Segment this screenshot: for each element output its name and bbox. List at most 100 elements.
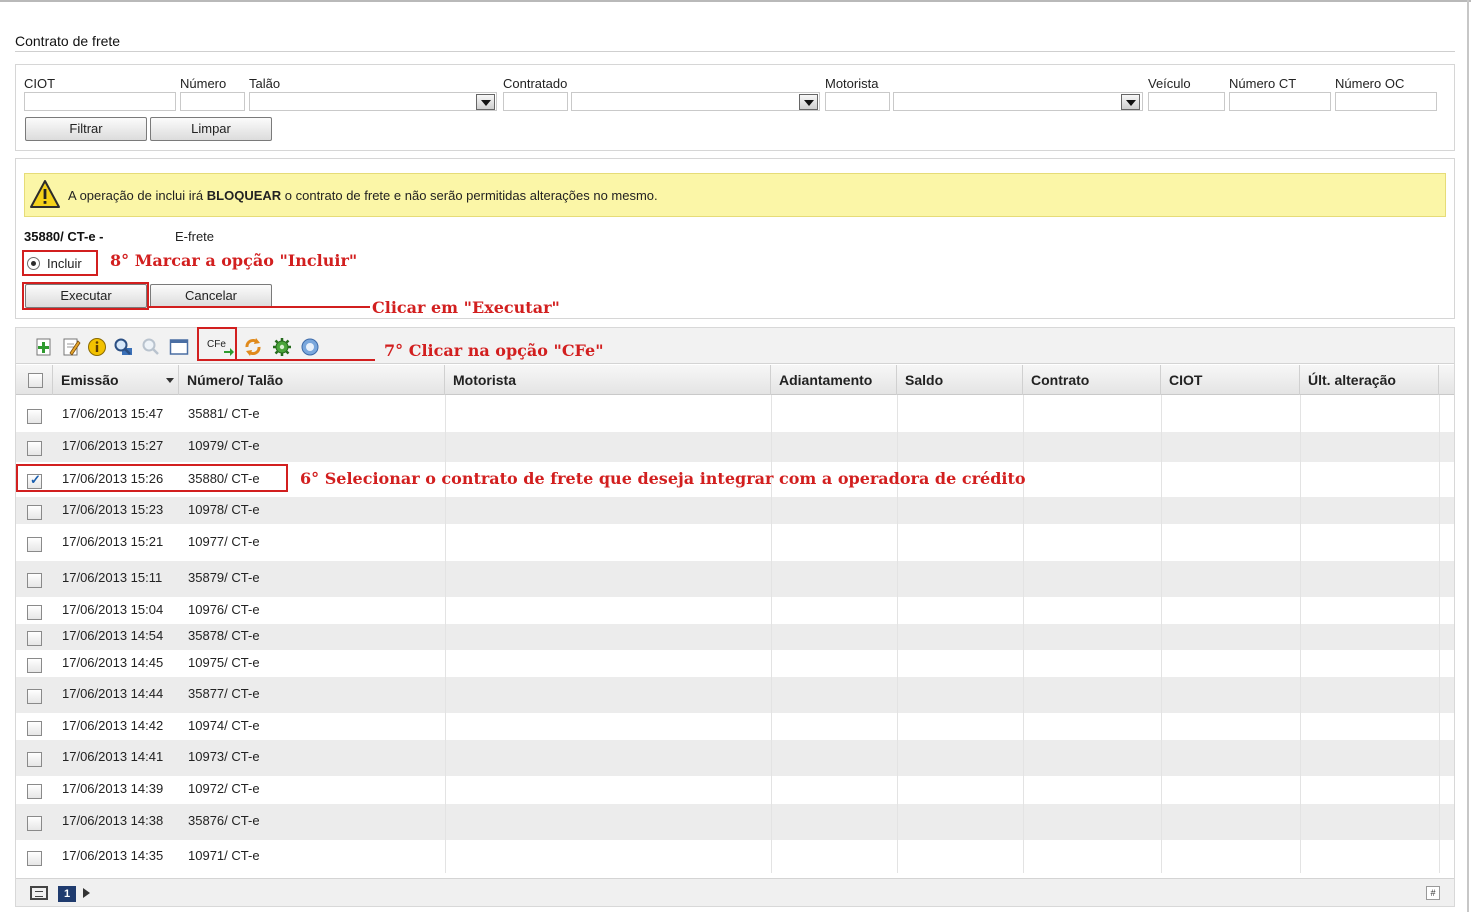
select-all-checkbox[interactable] bbox=[28, 373, 43, 388]
column-divider bbox=[1023, 395, 1024, 873]
table-row[interactable]: 17/06/2013 14:42 10974/ CT-e bbox=[16, 713, 1454, 740]
zoom-icon[interactable] bbox=[141, 337, 161, 357]
cancel-button[interactable]: Cancelar bbox=[150, 284, 272, 308]
row-checkbox[interactable] bbox=[27, 721, 42, 736]
cell-numero-talao: 35881/ CT-e bbox=[188, 406, 260, 421]
header-motorista[interactable]: Motorista bbox=[445, 365, 771, 395]
header-numero-talao[interactable]: Número/ Talão bbox=[179, 365, 445, 395]
table-row[interactable]: 17/06/2013 14:35 10971/ CT-e bbox=[16, 840, 1454, 873]
contratado-select[interactable] bbox=[571, 92, 820, 111]
annotation-step8: 8° Marcar a opção "Incluir" bbox=[110, 251, 358, 270]
row-checkbox[interactable] bbox=[27, 689, 42, 704]
cell-numero-talao: 35879/ CT-e bbox=[188, 570, 260, 585]
table-row[interactable]: 17/06/2013 14:45 10975/ CT-e bbox=[16, 650, 1454, 677]
contratado-dropdown-button[interactable] bbox=[799, 94, 818, 110]
header-saldo[interactable]: Saldo bbox=[897, 365, 1023, 395]
row-checkbox[interactable] bbox=[27, 409, 42, 424]
search-icon[interactable] bbox=[113, 337, 133, 357]
next-page-icon[interactable] bbox=[83, 888, 90, 898]
table-row[interactable]: 17/06/2013 15:27 10979/ CT-e bbox=[16, 432, 1454, 462]
row-checkbox[interactable] bbox=[27, 658, 42, 673]
cell-emissao: 17/06/2013 15:11 bbox=[62, 570, 163, 585]
cell-emissao: 17/06/2013 14:39 bbox=[62, 781, 164, 796]
label-numero-oc: Número OC bbox=[1335, 76, 1405, 91]
table-row[interactable]: 17/06/2013 14:41 10973/ CT-e bbox=[16, 740, 1454, 776]
table-row[interactable]: 17/06/2013 15:47 35881/ CT-e bbox=[16, 398, 1454, 432]
warning-icon bbox=[30, 180, 60, 208]
row-checkbox[interactable] bbox=[27, 537, 42, 552]
cell-numero-talao: 10978/ CT-e bbox=[188, 502, 260, 517]
window-icon[interactable] bbox=[169, 337, 189, 357]
row-checkbox[interactable] bbox=[27, 784, 42, 799]
header-contrato[interactable]: Contrato bbox=[1023, 365, 1161, 395]
cell-numero-talao: 10979/ CT-e bbox=[188, 438, 260, 453]
header-ciot[interactable]: CIOT bbox=[1161, 365, 1300, 395]
talao-select[interactable] bbox=[249, 92, 497, 111]
column-divider bbox=[1439, 395, 1440, 873]
row-checkbox[interactable] bbox=[27, 816, 42, 831]
sort-desc-icon[interactable] bbox=[166, 378, 174, 383]
info-icon[interactable] bbox=[87, 337, 107, 357]
cell-numero-talao: 35876/ CT-e bbox=[188, 813, 260, 828]
row-checkbox[interactable] bbox=[27, 631, 42, 646]
page-title: Contrato de frete bbox=[15, 33, 121, 49]
credit-operator: E-frete bbox=[175, 229, 215, 244]
label-veiculo: Veículo bbox=[1148, 76, 1191, 91]
label-talao: Talão bbox=[249, 76, 281, 91]
table-row[interactable]: 17/06/2013 14:44 35877/ CT-e bbox=[16, 677, 1454, 713]
header-spacer bbox=[1439, 365, 1454, 395]
header-ult-alteracao[interactable]: Últ. alteração bbox=[1300, 365, 1439, 395]
row-checkbox[interactable] bbox=[27, 752, 42, 767]
grid-header: Emissão Número/ Talão Motorista Adiantam… bbox=[16, 365, 1454, 395]
motorista-dropdown-button[interactable] bbox=[1121, 94, 1140, 110]
motorista-code-input[interactable] bbox=[825, 92, 890, 111]
column-divider bbox=[1300, 395, 1301, 873]
cell-emissao: 17/06/2013 14:45 bbox=[62, 655, 164, 670]
header-emissao[interactable]: Emissão bbox=[53, 365, 179, 395]
add-icon[interactable] bbox=[34, 337, 54, 357]
header-adiantamento[interactable]: Adiantamento bbox=[771, 365, 897, 395]
table-row[interactable]: 17/06/2013 14:39 10972/ CT-e bbox=[16, 776, 1454, 804]
numero-oc-input[interactable] bbox=[1335, 92, 1437, 111]
row-checkbox[interactable] bbox=[27, 851, 42, 866]
table-row[interactable]: 17/06/2013 14:54 35878/ CT-e bbox=[16, 624, 1454, 650]
veiculo-input[interactable] bbox=[1148, 92, 1225, 111]
top-border bbox=[0, 0, 1471, 2]
export-icon[interactable]: # bbox=[1426, 886, 1440, 900]
filter-button[interactable]: Filtrar bbox=[25, 117, 147, 141]
cell-numero-talao: 10972/ CT-e bbox=[188, 781, 260, 796]
row-checkbox[interactable] bbox=[27, 605, 42, 620]
highlight-incluir bbox=[22, 250, 98, 276]
table-row[interactable]: 17/06/2013 15:23 10978/ CT-e bbox=[16, 497, 1454, 524]
talao-dropdown-button[interactable] bbox=[476, 94, 495, 110]
annotation-step7: 7° Clicar na opção "CFe" bbox=[384, 341, 604, 360]
table-row[interactable]: 17/06/2013 14:38 35876/ CT-e bbox=[16, 804, 1454, 840]
table-row[interactable]: 17/06/2013 15:21 10977/ CT-e bbox=[16, 524, 1454, 561]
ciot-input[interactable] bbox=[24, 92, 176, 111]
right-border bbox=[1467, 0, 1469, 912]
current-page[interactable]: 1 bbox=[58, 886, 76, 902]
table-row[interactable]: 17/06/2013 15:11 35879/ CT-e bbox=[16, 561, 1454, 597]
column-divider bbox=[1161, 395, 1162, 873]
cell-emissao: 17/06/2013 14:35 bbox=[62, 848, 164, 863]
settings-icon[interactable] bbox=[272, 337, 292, 357]
motorista-select[interactable] bbox=[893, 92, 1143, 111]
table-row[interactable]: 17/06/2013 15:04 10976/ CT-e bbox=[16, 597, 1454, 624]
contratado-code-input[interactable] bbox=[503, 92, 568, 111]
warning-text-bold: BLOQUEAR bbox=[206, 188, 282, 203]
numero-ct-input[interactable] bbox=[1229, 92, 1331, 111]
clear-button[interactable]: Limpar bbox=[150, 117, 272, 141]
warning-text: A operação de inclui irá BLOQUEAR o cont… bbox=[68, 188, 658, 203]
cell-numero-talao: 10975/ CT-e bbox=[188, 655, 260, 670]
cell-numero-talao: 10974/ CT-e bbox=[188, 718, 260, 733]
row-checkbox[interactable] bbox=[27, 573, 42, 588]
cell-emissao: 17/06/2013 14:42 bbox=[62, 718, 164, 733]
edit-icon[interactable] bbox=[61, 337, 81, 357]
row-checkbox[interactable] bbox=[27, 441, 42, 456]
help-icon[interactable] bbox=[300, 337, 320, 357]
row-checkbox[interactable] bbox=[27, 505, 42, 520]
numero-input[interactable] bbox=[180, 92, 245, 111]
refresh-icon[interactable] bbox=[243, 337, 263, 357]
annotation-execute: Clicar em "Executar" bbox=[372, 298, 560, 317]
page-size-icon[interactable] bbox=[30, 886, 48, 900]
